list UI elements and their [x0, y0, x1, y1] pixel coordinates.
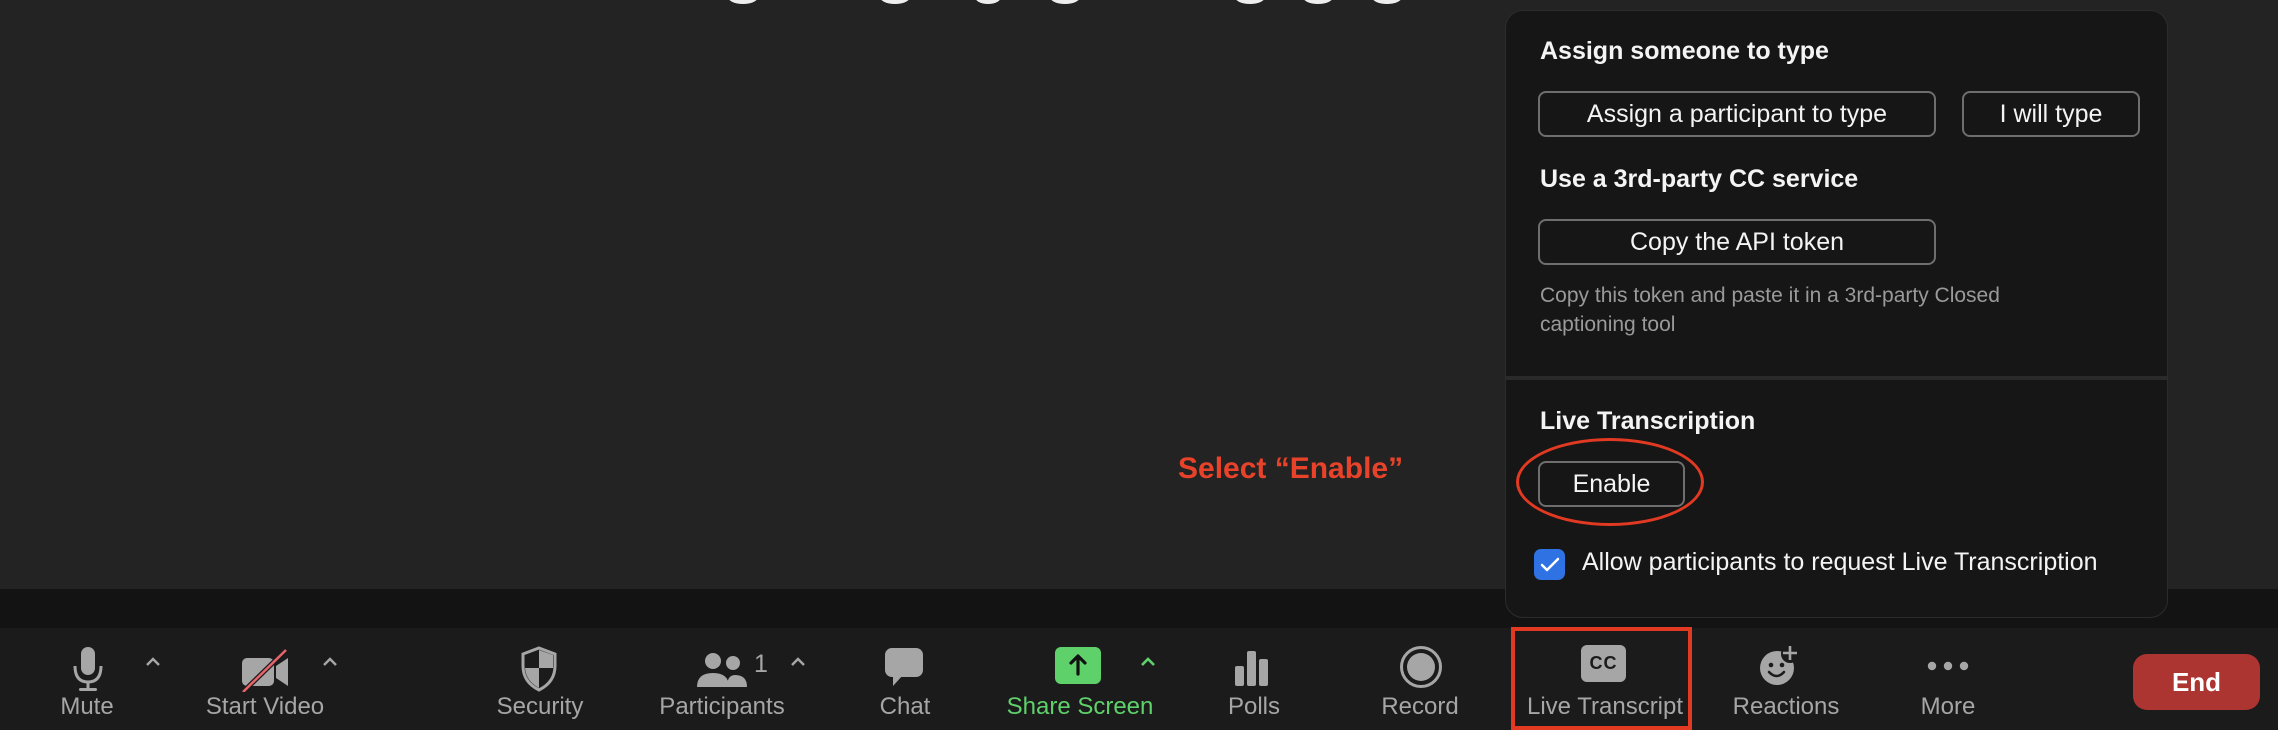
- emoji-add-icon: [1760, 645, 1799, 685]
- video-off-icon: [241, 648, 288, 692]
- panel-divider: [1506, 376, 2167, 380]
- checkmark-icon: [1540, 557, 1559, 571]
- share-options-caret-icon[interactable]: [1137, 654, 1159, 670]
- meeting-toolbar: Mute Start Video Security 1 Participants: [0, 628, 2278, 730]
- assign-section-heading: Assign someone to type: [1540, 37, 1829, 65]
- participant-count: 1: [754, 650, 768, 678]
- live-transcription-heading: Live Transcription: [1540, 407, 1756, 435]
- closed-captioning-panel: Assign someone to type Assign a particip…: [1505, 10, 2168, 618]
- assign-participant-button[interactable]: Assign a participant to type: [1538, 91, 1936, 137]
- record-label: Record: [1381, 693, 1459, 720]
- record-icon: [1400, 646, 1442, 688]
- security-label: Security: [496, 693, 584, 720]
- participants-options-caret-icon[interactable]: [787, 654, 809, 670]
- copy-api-token-button[interactable]: Copy the API token: [1538, 219, 1936, 265]
- participants-label: Participants: [659, 693, 785, 720]
- i-will-type-button[interactable]: I will type: [1962, 91, 2140, 137]
- participants-icon: [697, 653, 747, 687]
- ellipsis-icon: [1927, 661, 1969, 671]
- end-meeting-button[interactable]: End: [2133, 654, 2260, 710]
- shield-icon: [521, 646, 557, 692]
- share-arrow-icon: [1055, 647, 1101, 684]
- start-video-label: Start Video: [205, 693, 325, 720]
- reactions-label: Reactions: [1732, 693, 1840, 720]
- third-party-section-heading: Use a 3rd-party CC service: [1540, 165, 1859, 193]
- chat-bubble-icon: [885, 648, 923, 686]
- allow-request-checkbox[interactable]: [1534, 549, 1565, 580]
- video-options-caret-icon[interactable]: [319, 654, 341, 670]
- live-transcript-label: Live Transcript: [1526, 693, 1684, 720]
- mute-label: Mute: [60, 693, 114, 720]
- microphone-icon: [73, 647, 103, 691]
- more-label: More: [1920, 693, 1976, 720]
- mute-options-caret-icon[interactable]: [142, 654, 164, 670]
- enable-live-transcription-button[interactable]: Enable: [1538, 461, 1685, 507]
- allow-request-label: Allow participants to request Live Trans…: [1582, 548, 2098, 576]
- annotation-instruction: Select “Enable”: [1178, 452, 1404, 485]
- share-screen-label: Share Screen: [1006, 693, 1154, 720]
- copy-token-note: Copy this token and paste it in a 3rd-pa…: [1540, 284, 2000, 336]
- cc-icon: CC: [1581, 645, 1626, 682]
- chat-label: Chat: [879, 693, 931, 720]
- bar-chart-icon: [1235, 651, 1268, 686]
- polls-label: Polls: [1227, 693, 1281, 720]
